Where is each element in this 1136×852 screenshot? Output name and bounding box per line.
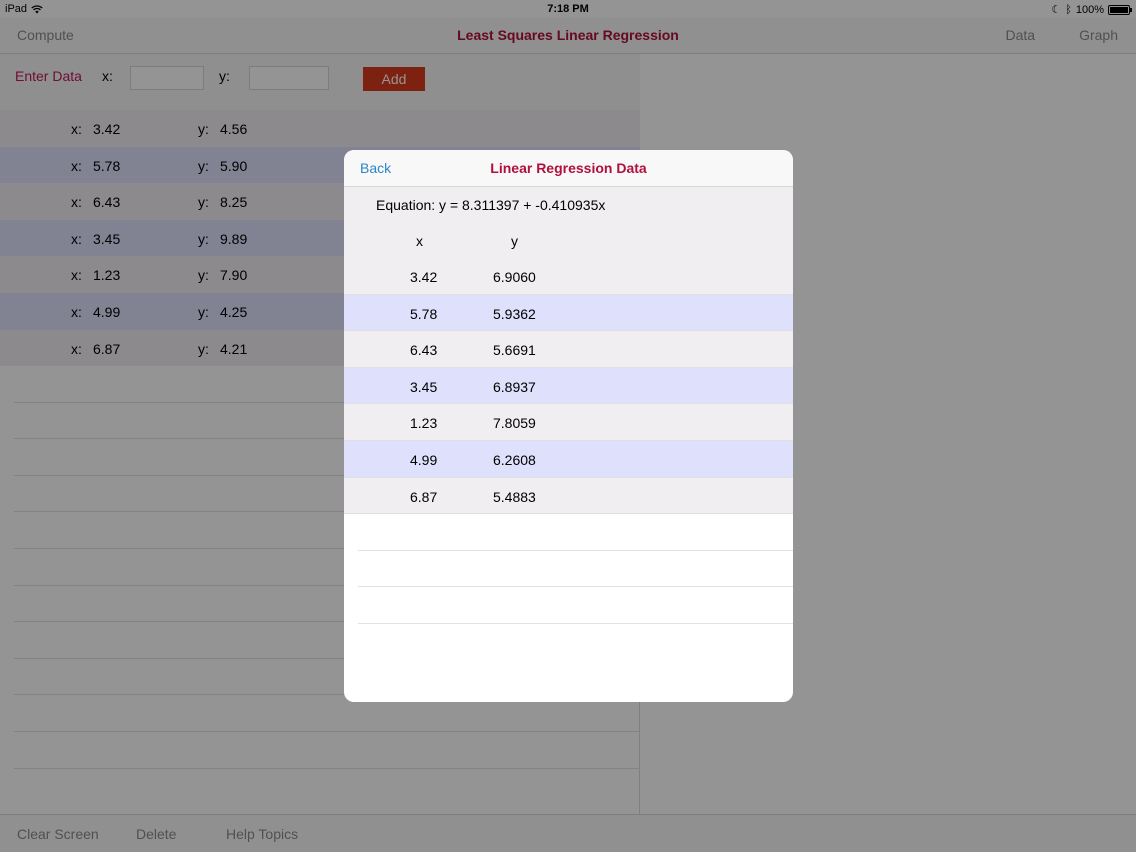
result-x: 4.99 bbox=[410, 451, 438, 468]
result-y: 5.4883 bbox=[493, 488, 536, 505]
column-header-x: x bbox=[416, 233, 423, 249]
table-row: 1.23 7.8059 bbox=[344, 404, 793, 441]
result-y: 5.6691 bbox=[493, 342, 536, 359]
modal-title: Linear Regression Data bbox=[490, 160, 647, 176]
modal-empty-rows bbox=[344, 514, 793, 624]
result-y: 5.9362 bbox=[493, 305, 536, 322]
equation-text: Equation: y = 8.311397 + -0.410935x bbox=[376, 197, 606, 213]
result-x: 1.23 bbox=[410, 415, 438, 432]
column-header-y: y bbox=[511, 233, 518, 249]
table-row: 6.43 5.6691 bbox=[344, 331, 793, 368]
regression-modal: Back Linear Regression Data Equation: y … bbox=[344, 150, 793, 702]
result-x: 6.43 bbox=[410, 342, 438, 359]
result-x: 3.45 bbox=[410, 378, 438, 395]
result-y: 6.2608 bbox=[493, 451, 536, 468]
result-y: 6.8937 bbox=[493, 378, 536, 395]
table-row: 3.42 6.9060 bbox=[344, 258, 793, 295]
results-table: 3.42 6.9060 5.78 5.9362 6.43 5.6691 3.45… bbox=[344, 258, 793, 515]
table-row: 5.78 5.9362 bbox=[344, 294, 793, 332]
table-row: 4.99 6.2608 bbox=[344, 440, 793, 478]
result-x: 3.42 bbox=[410, 269, 438, 285]
equation-section: Equation: y = 8.311397 + -0.410935x x y bbox=[344, 187, 793, 258]
table-row: 6.87 5.4883 bbox=[344, 477, 793, 515]
modal-header: Back Linear Regression Data bbox=[344, 150, 793, 187]
result-y: 7.8059 bbox=[493, 415, 536, 432]
result-x: 6.87 bbox=[410, 488, 438, 505]
result-y: 6.9060 bbox=[493, 269, 536, 285]
table-row: 3.45 6.8937 bbox=[344, 367, 793, 405]
result-x: 5.78 bbox=[410, 305, 438, 322]
